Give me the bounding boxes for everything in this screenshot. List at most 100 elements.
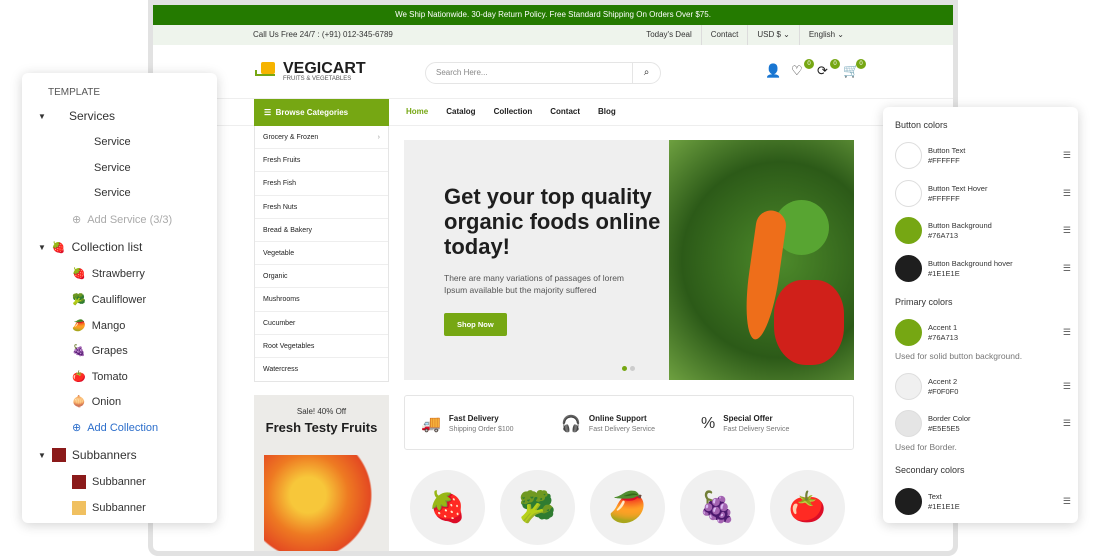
cart-icon[interactable]: 🛒 0 bbox=[843, 59, 866, 79]
nav-home[interactable]: Home bbox=[406, 99, 428, 124]
color-setting[interactable]: Button Text Hover #FFFFFF ☰ bbox=[895, 180, 1071, 207]
logo[interactable]: VEGICART FRUITS & VEGETABLES bbox=[253, 60, 366, 82]
feature-title: Fast Delivery bbox=[448, 414, 499, 423]
color-hex: #76A713 bbox=[928, 332, 959, 342]
compare-icon[interactable]: ⟳ 0 bbox=[817, 59, 840, 79]
top-bar: Call Us Free 24/7 : (+91) 012-345-6789 T… bbox=[153, 25, 953, 45]
nav-blog[interactable]: Blog bbox=[598, 99, 616, 124]
subbanners-section[interactable]: ▼ Subbanners bbox=[38, 448, 137, 462]
color-setting[interactable]: Button Background #76A713 ☰ bbox=[895, 217, 1071, 244]
cauliflower-icon[interactable]: 🥦 bbox=[500, 470, 575, 545]
hero-title: Get your top quality organic foods onlin… bbox=[444, 184, 661, 259]
caret-down-icon[interactable]: ▼ bbox=[38, 243, 46, 252]
primary-colors-heading: Primary colors bbox=[895, 297, 953, 307]
wishlist-icon[interactable]: ♡ 0 bbox=[791, 59, 814, 79]
category-item[interactable]: Watercress bbox=[255, 358, 388, 381]
section-label: Collection list bbox=[71, 240, 143, 254]
nav-catalog[interactable]: Catalog bbox=[446, 99, 475, 124]
plus-icon: ⊕ bbox=[72, 214, 82, 226]
color-setting[interactable]: Accent 1 #76A713 ☰ bbox=[895, 319, 1071, 346]
item-label: Subbanner bbox=[92, 476, 146, 488]
database-icon[interactable]: ☰ bbox=[1063, 381, 1071, 392]
features-bar: 🚚 Fast Delivery Shipping Order $100 🎧 Onlin… bbox=[404, 395, 854, 450]
category-item[interactable]: Organic bbox=[255, 265, 388, 289]
category-item[interactable]: Grocery & Frozen bbox=[255, 126, 388, 150]
tomato-icon: 🍅 bbox=[72, 371, 86, 383]
template-title: TEMPLATE bbox=[48, 87, 101, 98]
add-service-button[interactable]: ⊕ Add Service (3/3) bbox=[72, 213, 172, 227]
search-placeholder: Search Here... bbox=[436, 68, 488, 77]
database-icon[interactable]: ☰ bbox=[1063, 225, 1071, 236]
collection-item[interactable]: 🍅 Tomato bbox=[72, 370, 128, 384]
item-label: Grapes bbox=[91, 344, 128, 357]
category-item[interactable]: Fresh Fruits bbox=[255, 149, 388, 173]
collection-item[interactable]: 🧅 Onion bbox=[72, 395, 121, 409]
database-icon[interactable]: ☰ bbox=[1063, 263, 1071, 274]
color-swatch[interactable] bbox=[895, 410, 922, 437]
subbanner-item[interactable]: Subbanner bbox=[72, 501, 146, 515]
search-input[interactable]: Search Here... ⌕ bbox=[425, 62, 661, 84]
category-item[interactable]: Mushrooms bbox=[255, 288, 388, 312]
color-setting[interactable]: Text #1E1E1E ☰ bbox=[895, 488, 1071, 515]
collection-item[interactable]: 🍓 Strawberry bbox=[72, 267, 145, 281]
category-item[interactable]: Vegetable bbox=[255, 242, 388, 266]
database-icon[interactable]: ☰ bbox=[1063, 496, 1071, 507]
color-setting[interactable]: Border Color #E5E5E5 ☰ bbox=[895, 410, 1071, 437]
database-icon[interactable]: ☰ bbox=[1063, 150, 1071, 161]
color-swatch[interactable] bbox=[895, 217, 922, 244]
subbanner-thumb-icon bbox=[51, 448, 66, 462]
subbanner-item[interactable]: Subbanner bbox=[72, 475, 146, 489]
grapes-icon[interactable]: 🍇 bbox=[680, 470, 755, 545]
category-item[interactable]: Fresh Nuts bbox=[255, 196, 388, 219]
todays-deal-link[interactable]: Today's Deal bbox=[637, 25, 701, 45]
strawberry-icon: 🍓 bbox=[72, 268, 86, 280]
category-item[interactable]: Bread & Bakery bbox=[255, 219, 388, 242]
color-swatch[interactable] bbox=[895, 319, 922, 346]
color-swatch[interactable] bbox=[895, 255, 922, 282]
add-collection-button[interactable]: ⊕ Add Collection bbox=[72, 421, 158, 435]
collection-section[interactable]: ▼ 🍓 Collection list bbox=[38, 240, 142, 254]
fruits-image bbox=[264, 455, 374, 551]
database-icon[interactable]: ☰ bbox=[1063, 188, 1071, 199]
service-item[interactable]: Service bbox=[94, 136, 131, 148]
accent1-note: Used for solid button background. bbox=[895, 351, 1023, 361]
collection-item[interactable]: 🥦 Cauliflower bbox=[72, 293, 146, 307]
strawberry-icon[interactable]: 🍓 bbox=[410, 470, 485, 545]
service-item[interactable]: Service bbox=[94, 162, 131, 174]
collection-item[interactable]: 🍇 Grapes bbox=[72, 344, 128, 358]
language-select[interactable]: English ⌄ bbox=[798, 25, 853, 45]
slider-dots[interactable] bbox=[622, 366, 635, 371]
color-swatch[interactable] bbox=[895, 180, 922, 207]
database-icon[interactable]: ☰ bbox=[1063, 418, 1071, 429]
color-setting[interactable]: Button Background hover #1E1E1E ☰ bbox=[895, 255, 1071, 282]
shop-now-button[interactable]: Shop Now bbox=[444, 313, 507, 336]
nav-contact[interactable]: Contact bbox=[550, 99, 580, 124]
collection-item[interactable]: 🥭 Mango bbox=[72, 319, 125, 333]
color-setting[interactable]: Button Text #FFFFFF ☰ bbox=[895, 142, 1071, 169]
color-setting[interactable]: Accent 2 #F0F0F0 ☰ bbox=[895, 373, 1071, 400]
feature-title: Special Offer bbox=[723, 414, 773, 423]
color-swatch[interactable] bbox=[895, 142, 922, 169]
plus-icon: ⊕ bbox=[72, 422, 82, 434]
category-item[interactable]: Fresh Fish bbox=[255, 172, 388, 196]
category-item[interactable]: Cucumber bbox=[255, 312, 388, 335]
nav-collection[interactable]: Collection bbox=[494, 99, 533, 124]
caret-down-icon[interactable]: ▼ bbox=[38, 112, 63, 121]
database-icon[interactable]: ☰ bbox=[1063, 327, 1071, 338]
tomato-icon[interactable]: 🍅 bbox=[770, 470, 845, 545]
color-swatch[interactable] bbox=[895, 373, 922, 400]
currency-select[interactable]: USD $ ⌄ bbox=[747, 25, 799, 45]
browse-categories-button[interactable]: ☰ Browse Categories bbox=[254, 99, 389, 126]
theme-colors-panel: Button colors Button Text #FFFFFF ☰ Button… bbox=[883, 107, 1078, 523]
service-item[interactable]: Service bbox=[94, 187, 131, 199]
category-item[interactable]: Root Vegetables bbox=[255, 335, 388, 358]
color-hex: #76A713 bbox=[928, 230, 959, 240]
contact-link[interactable]: Contact bbox=[700, 25, 748, 45]
services-section[interactable]: ▼ Services bbox=[38, 109, 115, 123]
mango-icon[interactable]: 🥭 bbox=[590, 470, 665, 545]
sale-banner[interactable]: Sale! 40% Off Fresh Testy Fruits bbox=[254, 395, 389, 551]
search-icon[interactable]: ⌕ bbox=[632, 63, 660, 83]
color-swatch[interactable] bbox=[895, 488, 922, 515]
account-icon[interactable]: 👤 bbox=[765, 63, 781, 79]
caret-down-icon[interactable]: ▼ bbox=[38, 451, 46, 460]
